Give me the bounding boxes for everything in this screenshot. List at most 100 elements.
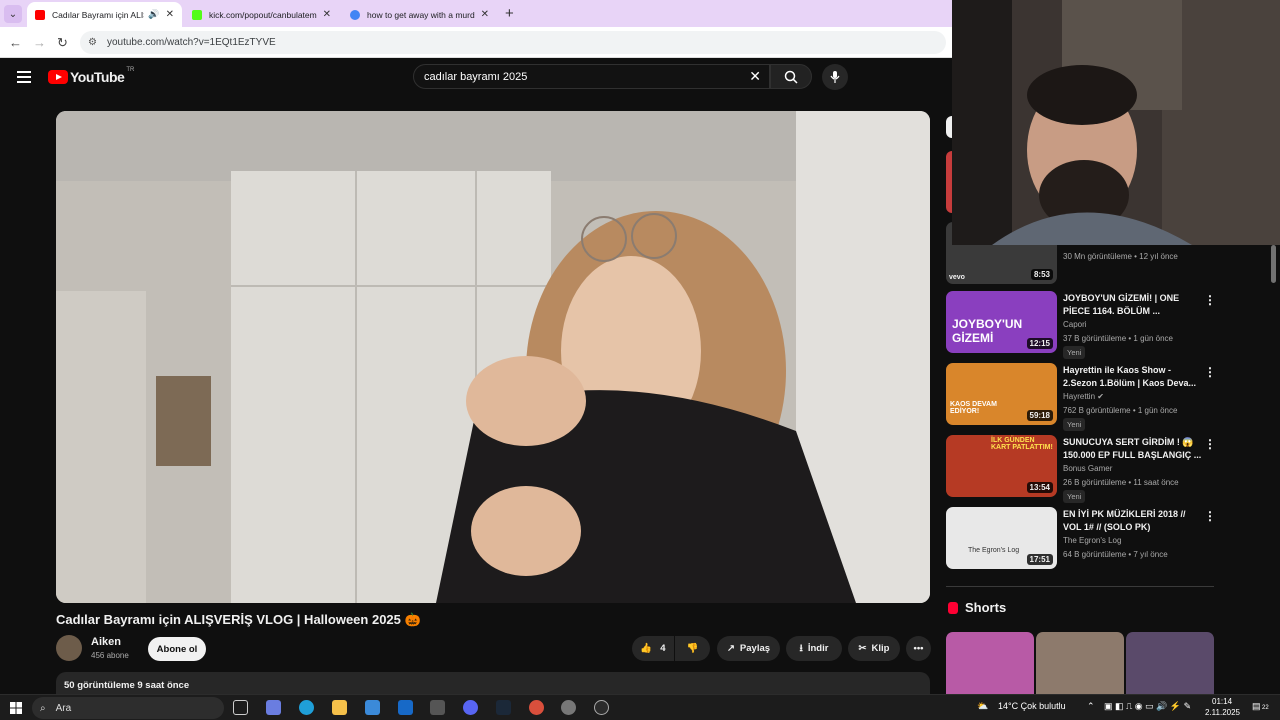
channel-row[interactable]: Hayrettin ✔ [1063, 392, 1104, 401]
windows-start-icon[interactable] [10, 702, 22, 714]
channel-name[interactable]: Bonus Gamer [1063, 464, 1112, 473]
webcam-frame [952, 0, 1280, 245]
edge-icon[interactable] [299, 700, 314, 715]
more-vertical-icon[interactable]: ⋮ [1204, 509, 1216, 523]
video-title[interactable]: EN İYİ PK MÜZİKLERİ 2018 // VOL 1# // (S… [1063, 508, 1203, 534]
clock-date[interactable]: 2.11.2025 [1205, 708, 1240, 717]
new-badge: Yeni [1063, 346, 1086, 359]
search-input[interactable]: cadılar bayramı 2025 ✕ [413, 64, 770, 89]
speaker-icon[interactable]: 🔊 [148, 9, 159, 20]
share-icon: ↗ [726, 643, 735, 654]
browser-tab-bar: ⌄ Cadılar Bayramı için ALIŞVERİŞ VLOG | … [0, 0, 952, 27]
close-tab-icon[interactable]: ✕ [323, 9, 331, 20]
clip-label: Klip [871, 643, 890, 654]
chevron-up-icon[interactable]: ⌃ [1087, 701, 1095, 712]
channel-name[interactable]: Capori [1063, 320, 1087, 329]
back-arrow-icon[interactable]: ← [9, 35, 22, 50]
thumbs-down-icon: 👎 [686, 643, 699, 654]
scrollbar[interactable] [1271, 245, 1276, 283]
obs-icon[interactable] [594, 700, 609, 715]
chrome-icon[interactable] [529, 700, 544, 715]
url-field[interactable]: ⚙ youtube.com/watch?v=1EQt1EzTYVE [80, 31, 946, 54]
site-info-icon[interactable]: ⚙ [88, 37, 97, 48]
recommendation-thumbnail[interactable]: İLK GÜNDEN KART PATLATTIM! 13:54 [946, 435, 1057, 497]
mail-icon[interactable] [398, 700, 413, 715]
app-icon[interactable] [561, 700, 576, 715]
region-code: TR [126, 67, 135, 73]
copilot-icon[interactable] [266, 700, 281, 715]
new-tab-button[interactable]: + [505, 5, 514, 22]
video-frame [56, 111, 930, 603]
google-favicon-icon [350, 9, 360, 20]
verified-icon: ✔ [1097, 392, 1104, 401]
video-title[interactable]: SUNUCUYA SERT GİRDİM ! 😱 150.000 EP FULL… [1063, 436, 1203, 462]
recommendation-item[interactable]: İLK GÜNDEN KART PATLATTIM! 13:54 SUNUCUY… [946, 435, 1216, 503]
discord-icon[interactable] [463, 700, 478, 715]
app-icon[interactable] [430, 700, 445, 715]
task-view-icon[interactable] [233, 700, 248, 715]
download-button[interactable]: ⭳ İndir [786, 636, 842, 661]
subscribe-button[interactable]: Abone ol [148, 637, 206, 661]
url-text: youtube.com/watch?v=1EQt1EzTYVE [106, 37, 276, 48]
microphone-icon [830, 71, 840, 83]
channel-avatar[interactable] [56, 635, 82, 661]
reload-icon[interactable]: ↻ [57, 35, 68, 51]
thumbnail-text: KAOS DEVAM EDİYOR! [950, 401, 997, 415]
close-tab-icon[interactable]: ✕ [481, 9, 489, 20]
more-vertical-icon[interactable]: ⋮ [1204, 293, 1216, 307]
browser-tab-youtube[interactable]: Cadılar Bayramı için ALIŞVERİŞ VLOG | Ha… [27, 2, 182, 27]
tray-icons[interactable]: ▣ ◧ ⎍ ◉ ▭ 🔊 ⚡ ✎ [1104, 701, 1191, 712]
thumbs-up-icon: 👍 [640, 643, 653, 654]
channel-name[interactable]: Hayrettin [1063, 392, 1095, 401]
video-player[interactable] [56, 111, 930, 603]
clip-button[interactable]: ✂ Klip [848, 636, 900, 661]
short-thumbnail[interactable] [1036, 632, 1124, 694]
video-title[interactable]: JOYBOY'UN GİZEMİ! | ONE PİECE 1164. BÖLÜ… [1063, 292, 1203, 318]
youtube-logo[interactable]: YouTube TR [48, 67, 135, 85]
more-actions-button[interactable]: ••• [906, 636, 931, 661]
forward-arrow-icon[interactable]: → [33, 35, 46, 50]
like-button[interactable]: 👍 4 [632, 636, 674, 661]
clock-time[interactable]: 01:14 [1212, 697, 1232, 706]
dislike-button[interactable]: 👎 [675, 636, 710, 661]
video-meta: 64 B görüntüleme • 7 yıl önce [1063, 550, 1168, 559]
channel-name[interactable]: The Egron's Log [1063, 536, 1121, 545]
close-tab-icon[interactable]: ✕ [166, 9, 174, 20]
short-thumbnail[interactable] [946, 632, 1034, 694]
address-bar-row: ← → ↻ ⚙ youtube.com/watch?v=1EQt1EzTYVE [0, 27, 952, 58]
store-icon[interactable] [365, 700, 380, 715]
recommendation-item[interactable]: KAOS DEVAM EDİYOR! 59:18 Hayrettin ile K… [946, 363, 1216, 431]
menu-icon[interactable] [17, 71, 31, 86]
recommendation-thumbnail[interactable]: KAOS DEVAM EDİYOR! 59:18 [946, 363, 1057, 425]
more-horizontal-icon: ••• [913, 643, 924, 654]
new-badge: Yeni [1063, 418, 1086, 431]
recommendation-item[interactable]: The Egron's Log 17:51 EN İYİ PK MÜZİKLER… [946, 507, 1216, 571]
more-vertical-icon[interactable]: ⋮ [1204, 365, 1216, 379]
short-thumbnail[interactable] [1126, 632, 1214, 694]
search-button[interactable] [770, 64, 812, 89]
video-meta: 30 Mn görüntüleme • 12 yıl önce [1063, 252, 1178, 261]
windows-taskbar: ⌕ Ara ⛅ 14°C Çok bulutlu ⌃ ▣ ◧ ⎍ ◉ ▭ 🔊 ⚡… [0, 694, 1280, 720]
recommendation-item[interactable]: JOYBOY'UN GİZEMİ 12:15 JOYBOY'UN GİZEMİ!… [946, 291, 1216, 359]
taskbar-search[interactable]: ⌕ Ara [32, 697, 224, 719]
video-title[interactable]: Hayrettin ile Kaos Show - 2.Sezon 1.Bölü… [1063, 364, 1203, 390]
more-vertical-icon[interactable]: ⋮ [1204, 437, 1216, 451]
download-label: İndir [807, 643, 829, 654]
weather-icon[interactable]: ⛅ [977, 701, 988, 712]
tab-title: how to get away with a murder [367, 9, 475, 20]
search-icon: ⌕ [40, 702, 46, 714]
video-title: Cadılar Bayramı için ALIŞVERİŞ VLOG | Ha… [56, 612, 421, 627]
file-explorer-icon[interactable] [332, 700, 347, 715]
voice-search-button[interactable] [822, 64, 848, 90]
recommendation-thumbnail[interactable]: JOYBOY'UN GİZEMİ 12:15 [946, 291, 1057, 353]
steam-icon[interactable] [496, 700, 511, 715]
weather-text[interactable]: 14°C Çok bulutlu [998, 701, 1066, 711]
browser-tab-kick[interactable]: kick.com/popout/canbulatemre/chat ✕ [184, 2, 339, 27]
recommendation-thumbnail[interactable]: The Egron's Log 17:51 [946, 507, 1057, 569]
notification-icon[interactable]: ▤ [1252, 701, 1261, 712]
tab-search-button[interactable]: ⌄ [4, 5, 22, 23]
channel-name[interactable]: Aiken [91, 636, 121, 648]
share-button[interactable]: ↗ Paylaş [717, 636, 780, 661]
browser-tab-google[interactable]: how to get away with a murder ✕ [342, 2, 497, 27]
clear-search-icon[interactable]: ✕ [749, 68, 761, 85]
